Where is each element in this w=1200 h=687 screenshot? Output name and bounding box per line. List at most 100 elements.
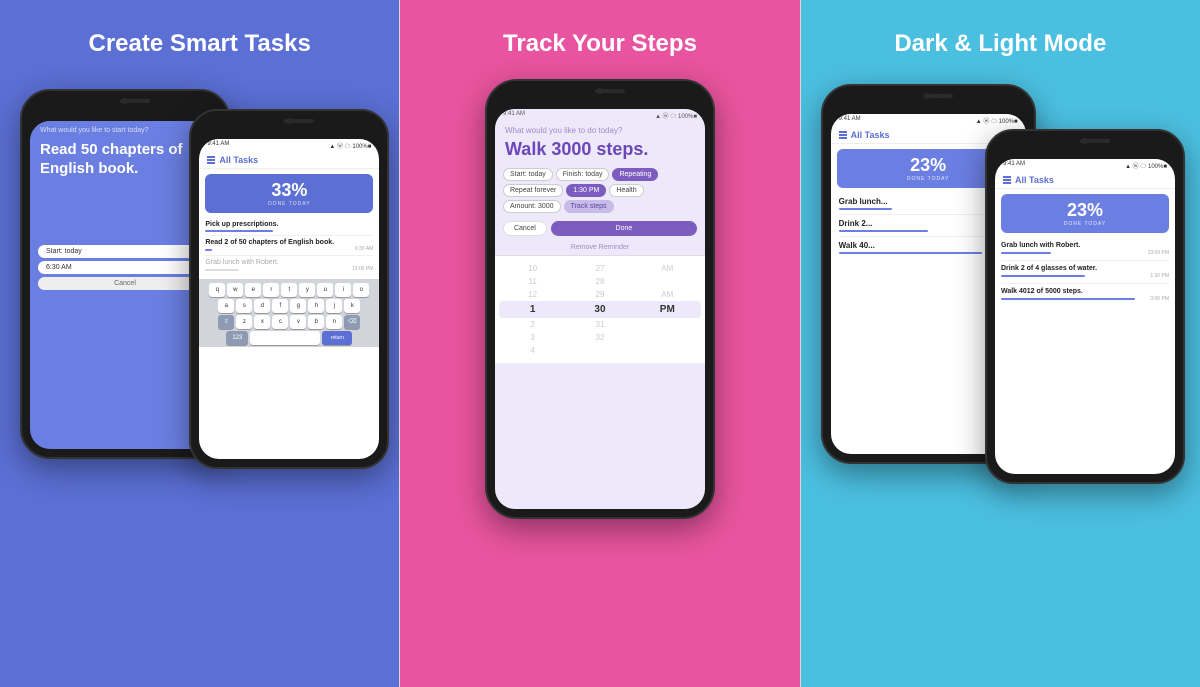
kb-r[interactable]: r <box>263 283 279 297</box>
kb-h[interactable]: h <box>308 299 324 313</box>
walk-prompt-area: What would you like to do today? <box>495 122 705 137</box>
panel2-phones: 9:41 AM ▲ ⓦ ☁ 100%■ What would you like … <box>420 79 779 667</box>
kb-j[interactable]: j <box>326 299 342 313</box>
kb-shift[interactable]: ⇧ <box>218 315 234 329</box>
tp-row: 3 32 <box>499 331 701 344</box>
kb-v[interactable]: v <box>290 315 306 329</box>
kb-g[interactable]: g <box>290 299 306 313</box>
kb-z[interactable]: z <box>236 315 252 329</box>
panel1-title: Create Smart Tasks <box>88 30 310 59</box>
field-start: Start: today <box>38 245 212 258</box>
p2-status-time: 9:41 AM <box>503 111 525 120</box>
task-bar <box>205 249 212 251</box>
done-button[interactable]: Done <box>551 221 697 236</box>
task-bar <box>205 230 272 232</box>
p3f-pct: 23% <box>1007 200 1163 221</box>
tp-row: 11 28 <box>499 275 701 288</box>
tags-container: Start: today Finish: today Repeating Rep… <box>495 168 705 217</box>
progress-pct: 33% <box>211 180 367 201</box>
tp-row-selected: 1 30 PM <box>499 301 701 318</box>
p3f-header: All Tasks <box>1015 175 1054 185</box>
remove-reminder[interactable]: Remove Reminder <box>495 240 705 256</box>
kb-i[interactable]: i <box>335 283 351 297</box>
panel-track-steps: Track Your Steps 9:41 AM ▲ ⓦ ☁ 100%■ Wha… <box>400 0 799 687</box>
kb-back[interactable]: ⌫ <box>344 315 360 329</box>
kb-f[interactable]: f <box>272 299 288 313</box>
task-item: Grab lunch with Robert. 12:00 PM <box>205 256 373 275</box>
kb-q[interactable]: q <box>209 283 225 297</box>
tp-row: 4 <box>499 344 701 357</box>
menu-icon[interactable] <box>207 156 215 164</box>
panel-create-tasks: Create Smart Tasks What would you like t… <box>0 0 399 687</box>
tag-repeat-forever: Repeat forever <box>503 184 563 197</box>
field-cancel[interactable]: Cancel <box>38 277 212 290</box>
p3f-task1-time: 13:09 PM <box>1148 250 1169 256</box>
tp-row: 12 29 AM <box>499 288 701 301</box>
p3f-time: 9:41 AM <box>1003 161 1025 170</box>
status-icons: ▲ ⓦ ☁ 100%■ <box>329 141 371 150</box>
p3b-time: 9:41 AM <box>839 116 861 125</box>
task-bar <box>205 269 239 271</box>
kb-c[interactable]: c <box>272 315 288 329</box>
task-item: Walk 4012 of 5000 steps. 3:06 PM <box>1001 284 1169 306</box>
front-phone-header: All Tasks <box>219 155 258 165</box>
kb-n[interactable]: n <box>326 315 342 329</box>
kb-row: qwertyuio <box>201 283 377 297</box>
field-time: 6:30 AM <box>38 261 212 274</box>
p3f-task3: Walk 4012 of 5000 steps. <box>1001 288 1169 295</box>
p3f-tasks: Grab lunch with Robert. 13:09 PM Drink 2… <box>995 238 1175 306</box>
kb-row-3: ⇧zxcvbn⌫ <box>201 315 377 329</box>
kb-row-2: asdfghjk <box>201 299 377 313</box>
p3b-icons: ▲ ⓦ ☁ 100%■ <box>976 116 1018 125</box>
progress-label: DONE TODAY <box>211 201 367 207</box>
p3f-progress: 23% DONE TODAY <box>1001 194 1169 233</box>
kb-space[interactable] <box>250 331 320 345</box>
kb-return[interactable]: return <box>322 331 352 345</box>
kb-w[interactable]: w <box>227 283 243 297</box>
kb-x[interactable]: x <box>254 315 270 329</box>
tp-row: 10 27 AM <box>499 262 701 275</box>
p3f-icons: ▲ ⓦ ☁ 100%■ <box>1125 161 1167 170</box>
p3b-header: All Tasks <box>851 130 890 140</box>
kb-k[interactable]: k <box>344 299 360 313</box>
action-buttons: Cancel Done <box>495 217 705 240</box>
cancel-button[interactable]: Cancel <box>503 221 547 236</box>
p2-status-icons: ▲ ⓦ ☁ 100%■ <box>655 111 697 120</box>
panel3-phones: 9:41 AM ▲ ⓦ ☁ 100%■ All Tasks 23% DONE T… <box>821 79 1180 667</box>
tag-amount: Amount: 3000 <box>503 200 561 213</box>
kb-s[interactable]: s <box>236 299 252 313</box>
walk-task-title: Walk 3000 steps. <box>495 137 705 168</box>
kb-b[interactable]: b <box>308 315 324 329</box>
tag-track-steps: Track steps <box>564 200 614 213</box>
kb-t[interactable]: t <box>281 283 297 297</box>
tp-row: 2 31 <box>499 318 701 331</box>
panel1-front-phone: 9:41 AM ▲ ⓦ ☁ 100%■ All Tasks 33% DONE T… <box>189 109 389 469</box>
kb-d[interactable]: d <box>254 299 270 313</box>
kb-123[interactable]: 123 <box>226 331 248 345</box>
task-item: Drink 2 of 4 glasses of water. 1:30 PM <box>1001 261 1169 284</box>
kb-e[interactable]: e <box>245 283 261 297</box>
kb-u[interactable]: u <box>317 283 333 297</box>
task-item: Grab lunch with Robert. 13:09 PM <box>1001 238 1169 261</box>
panel3-front-phone: 9:41 AM ▲ ⓦ ☁ 100%■ All Tasks 23% DONE T… <box>985 129 1185 484</box>
tag-time: 1:30 PM <box>566 184 606 197</box>
status-time: 9:41 AM <box>207 141 229 150</box>
panel2-phone: 9:41 AM ▲ ⓦ ☁ 100%■ What would you like … <box>485 79 715 519</box>
p3b-menu[interactable] <box>839 131 847 139</box>
task-item: Read 2 of 50 chapters of English book. 6… <box>205 236 373 256</box>
walk-task: Walk 3000 steps. <box>505 139 695 160</box>
walk-prompt: What would you like to do today? <box>505 126 695 135</box>
kb-y[interactable]: y <box>299 283 315 297</box>
tag-start: Start: today <box>503 168 553 181</box>
panel2-title: Track Your Steps <box>503 30 697 59</box>
kb-row-4: 123 return <box>201 331 377 345</box>
p3f-label: DONE TODAY <box>1007 221 1163 227</box>
tag-health: Health <box>609 184 643 197</box>
p3f-menu[interactable] <box>1003 176 1011 184</box>
task-list: Pick up prescriptions. Read 2 of 50 chap… <box>199 218 379 275</box>
kb-o[interactable]: o <box>353 283 369 297</box>
task-item: Pick up prescriptions. <box>205 218 373 236</box>
kb-a[interactable]: a <box>218 299 234 313</box>
panel-dark-light: Dark & Light Mode 9:41 AM ▲ ⓦ ☁ 100%■ Al… <box>801 0 1200 687</box>
back-phone-text: Read 50 chapters of English book. <box>40 140 210 179</box>
